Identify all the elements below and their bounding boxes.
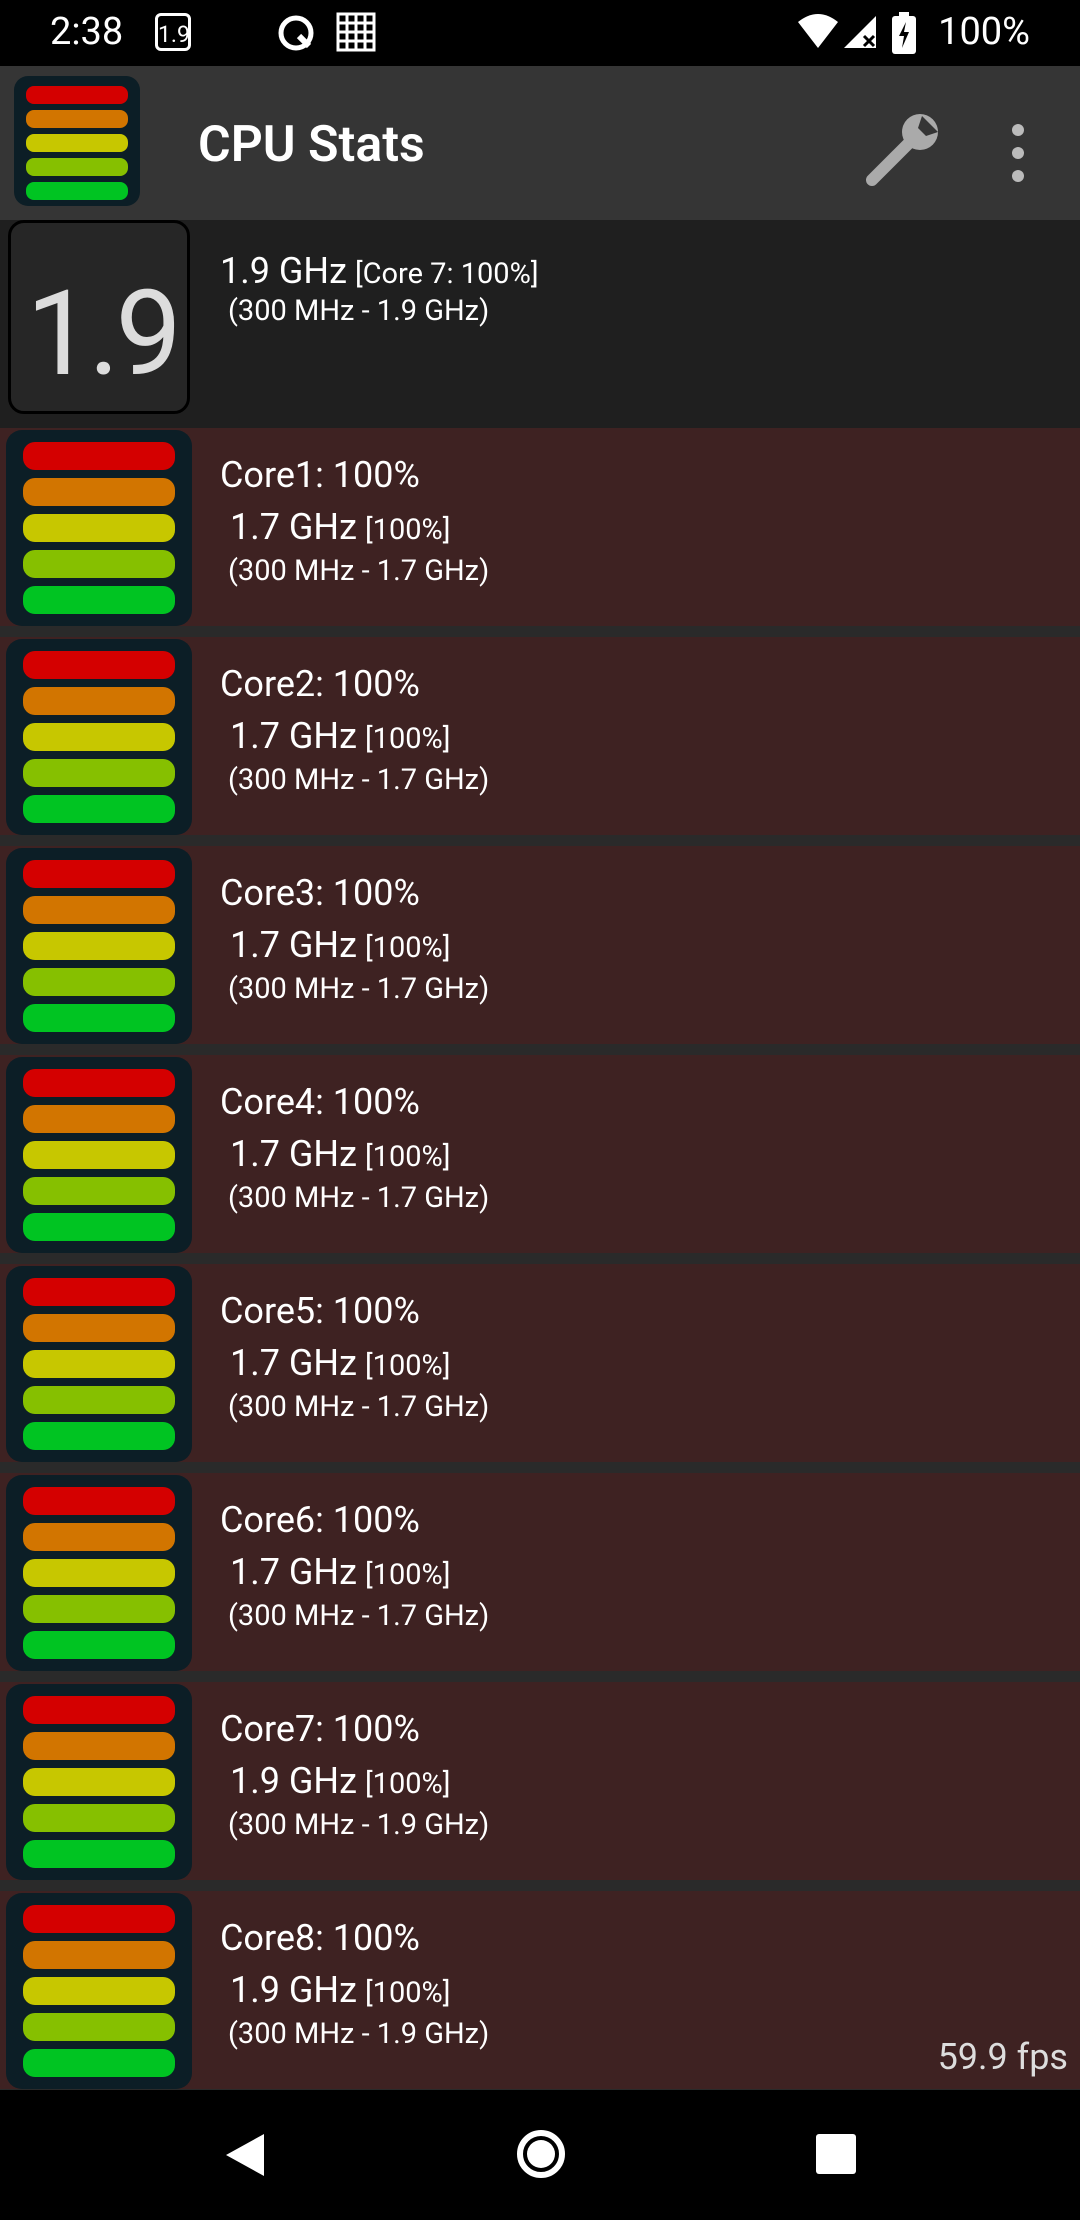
core-row[interactable]: Core8: 100% 1.9 GHz [100%] (300 MHz - 1.9… xyxy=(0,1891,1080,2089)
core-name: Core8: 100% xyxy=(220,1917,420,1959)
core-frequency: 1.7 GHz [100%] xyxy=(230,1342,450,1384)
core-range: (300 MHz - 1.7 GHz) xyxy=(228,763,490,797)
signal-off-icon xyxy=(844,16,876,48)
core-frequency: 1.7 GHz [100%] xyxy=(230,715,450,757)
wifi-icon xyxy=(798,14,838,48)
core-frequency: 1.9 GHz [100%] xyxy=(230,1760,450,1802)
load-meter-icon xyxy=(6,1475,192,1671)
core-frequency: 1.7 GHz [100%] xyxy=(230,1133,450,1175)
core-load: [100%] xyxy=(364,1976,451,2010)
cpu-frequency-box: 1.9 xyxy=(8,220,190,414)
core-load: [100%] xyxy=(364,931,451,965)
load-meter-icon xyxy=(6,1057,192,1253)
back-icon[interactable] xyxy=(222,2130,268,2180)
battery-charging-icon xyxy=(892,12,916,54)
wrench-icon[interactable] xyxy=(864,110,944,190)
big-frequency: 1.9 xyxy=(26,265,182,403)
recents-icon[interactable] xyxy=(814,2132,858,2176)
cpu-badge-icon: 1.9 xyxy=(155,13,191,51)
core-freq-value: 1.7 GHz xyxy=(230,506,357,548)
core-freq-value: 1.9 GHz xyxy=(230,1969,357,2011)
summary-freq-value: 1.9 GHz xyxy=(220,250,347,292)
grid-icon xyxy=(336,12,376,52)
core-range: (300 MHz - 1.7 GHz) xyxy=(228,554,490,588)
core-name: Core1: 100% xyxy=(220,454,420,496)
status-time: 2:38 xyxy=(50,10,124,54)
home-icon[interactable] xyxy=(515,2128,567,2180)
app-logo-icon xyxy=(14,76,140,206)
core-frequency: 1.7 GHz [100%] xyxy=(230,1551,450,1593)
core-name: Core5: 100% xyxy=(220,1290,420,1332)
core-row[interactable]: Core5: 100% 1.7 GHz [100%] (300 MHz - 1.7… xyxy=(0,1264,1080,1462)
load-meter-icon xyxy=(6,1266,192,1462)
fps-counter: 59.9 fps xyxy=(937,2036,1068,2078)
summary-range: (300 MHz - 1.9 GHz) xyxy=(228,294,490,328)
core-freq-value: 1.7 GHz xyxy=(230,1342,357,1384)
core-frequency: 1.7 GHz [100%] xyxy=(230,924,450,966)
core-row[interactable]: Core7: 100% 1.9 GHz [100%] (300 MHz - 1.9… xyxy=(0,1682,1080,1880)
core-row[interactable]: Core4: 100% 1.7 GHz [100%] (300 MHz - 1.7… xyxy=(0,1055,1080,1253)
core-range: (300 MHz - 1.9 GHz) xyxy=(228,1808,490,1842)
app-bar: CPU Stats xyxy=(0,66,1080,220)
cpu-summary: 1.9 1.9 GHz [Core 7: 100%] (300 MHz - 1.9… xyxy=(0,220,1080,428)
core-name: Core2: 100% xyxy=(220,663,420,705)
more-vertical-icon[interactable] xyxy=(1000,118,1036,188)
navigation-bar xyxy=(0,2090,1080,2220)
core-name: Core6: 100% xyxy=(220,1499,420,1541)
core-range: (300 MHz - 1.7 GHz) xyxy=(228,1599,490,1633)
core-load: [100%] xyxy=(364,1140,451,1174)
summary-top-core: [Core 7: 100%] xyxy=(354,257,539,291)
core-freq-value: 1.9 GHz xyxy=(230,1760,357,1802)
core-load: [100%] xyxy=(364,1349,451,1383)
core-freq-value: 1.7 GHz xyxy=(230,1551,357,1593)
core-load: [100%] xyxy=(364,1767,451,1801)
core-range: (300 MHz - 1.7 GHz) xyxy=(228,1390,490,1424)
core-load: [100%] xyxy=(364,1558,451,1592)
battery-percent: 100% xyxy=(938,10,1030,54)
core-load: [100%] xyxy=(364,722,451,756)
core-name: Core3: 100% xyxy=(220,872,420,914)
load-meter-icon xyxy=(6,1684,192,1880)
core-row[interactable]: Core2: 100% 1.7 GHz [100%] (300 MHz - 1.7… xyxy=(0,637,1080,835)
core-range: (300 MHz - 1.7 GHz) xyxy=(228,1181,490,1215)
core-name: Core4: 100% xyxy=(220,1081,420,1123)
load-meter-icon xyxy=(6,1893,192,2089)
core-name: Core7: 100% xyxy=(220,1708,420,1750)
qualcomm-logo-icon xyxy=(278,15,314,51)
core-row[interactable]: Core3: 100% 1.7 GHz [100%] (300 MHz - 1.7… xyxy=(0,846,1080,1044)
load-meter-icon xyxy=(6,848,192,1044)
app-title: CPU Stats xyxy=(198,116,425,174)
core-frequency: 1.9 GHz [100%] xyxy=(230,1969,450,2011)
core-row[interactable]: Core1: 100% 1.7 GHz [100%] (300 MHz - 1.7… xyxy=(0,428,1080,626)
core-range: (300 MHz - 1.7 GHz) xyxy=(228,972,490,1006)
core-freq-value: 1.7 GHz xyxy=(230,715,357,757)
core-frequency: 1.7 GHz [100%] xyxy=(230,506,450,548)
core-range: (300 MHz - 1.9 GHz) xyxy=(228,2017,490,2051)
core-load: [100%] xyxy=(364,513,451,547)
core-row[interactable]: Core6: 100% 1.7 GHz [100%] (300 MHz - 1.7… xyxy=(0,1473,1080,1671)
summary-frequency: 1.9 GHz [Core 7: 100%] xyxy=(220,250,539,292)
load-meter-icon xyxy=(6,639,192,835)
status-bar: 2:38 1.9 100% xyxy=(0,0,1080,66)
core-freq-value: 1.7 GHz xyxy=(230,1133,357,1175)
load-meter-icon xyxy=(6,430,192,626)
core-freq-value: 1.7 GHz xyxy=(230,924,357,966)
